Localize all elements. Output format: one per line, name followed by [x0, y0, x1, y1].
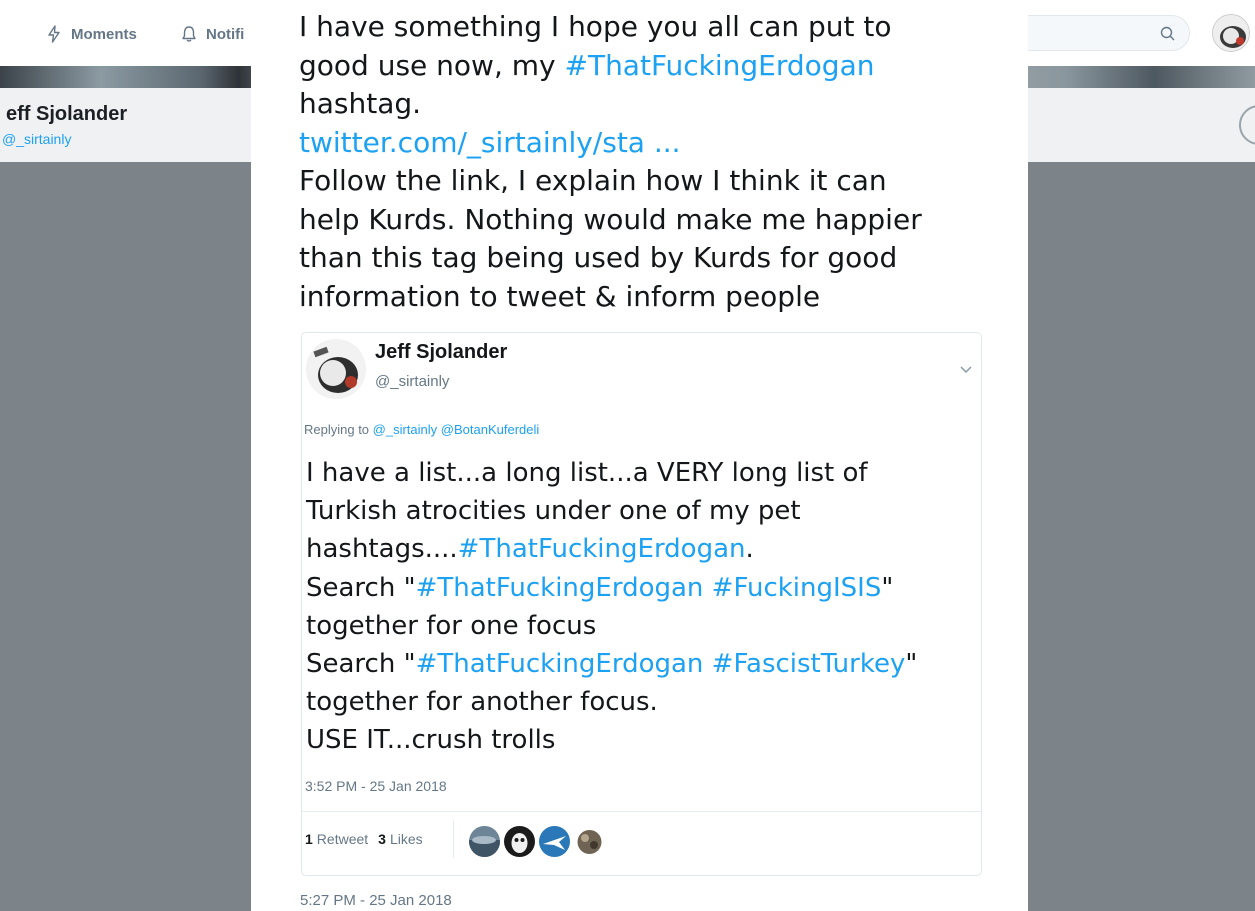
liker-avatars — [469, 826, 605, 857]
quote-line-text: hashtags.... — [306, 534, 458, 565]
quote-line-text: " — [881, 572, 894, 603]
quote-line: together for another focus. — [306, 687, 658, 718]
quote-line: I have a list...a long list...a VERY lon… — [306, 458, 868, 488]
avatar-image — [1213, 15, 1249, 51]
quoted-tweet-timestamp[interactable]: 3:52 PM - 25 Jan 2018 — [305, 778, 447, 794]
profile-handle[interactable]: @_sirtainly — [2, 131, 71, 147]
like-label[interactable]: Likes — [390, 831, 423, 847]
replying-to: Replying to @_sirtainly @BotanKuferdeli — [304, 422, 539, 437]
nav-notifications[interactable]: Notifi — [180, 22, 244, 46]
quote-line: Turkish atrocities under one of my pet — [306, 496, 801, 527]
tweet-line: information to tweet & inform people — [299, 279, 821, 313]
tweet-line: help Kurds. Nothing would make me happie… — [299, 202, 922, 236]
hashtag-link[interactable]: #ThatFuckingErdogan #FascistTurkey — [416, 649, 906, 679]
tweet-stats: 1 Retweet 3 Likes — [305, 831, 423, 847]
tweet-timestamp[interactable]: 5:27 PM - 25 Jan 2018 — [300, 892, 452, 909]
profile-name: eff Sjolander — [6, 103, 128, 125]
avatar-image — [539, 826, 570, 857]
nav-notifications-label: Notifi — [206, 25, 245, 43]
nav-moments[interactable]: Moments — [45, 22, 137, 46]
liker-avatar[interactable] — [539, 826, 570, 857]
quote-line-text: Search " — [306, 649, 416, 680]
tweet-line: I have something I hope you all can put … — [299, 10, 892, 43]
reply-mention-link[interactable]: @_sirtainly — [373, 422, 438, 437]
quote-line-text: . — [745, 534, 754, 565]
tweet-line: good use now, my #ThatFuckingErdogan — [299, 47, 999, 86]
retweet-label[interactable]: Retweet — [317, 831, 368, 847]
quote-line-text: " — [905, 649, 918, 680]
avatar-image — [469, 826, 500, 857]
lightning-icon — [48, 25, 60, 43]
quote-line: USE IT...crush trolls — [306, 725, 556, 756]
bell-icon — [182, 26, 196, 42]
quote-line: hashtags....#ThatFuckingErdogan. — [306, 530, 976, 568]
tweet-url-link[interactable]: twitter.com/_sirtainly/sta ... — [299, 124, 999, 163]
quote-line: Search "#ThatFuckingErdogan #FuckingISIS… — [306, 569, 976, 607]
quote-line-text: Search " — [306, 572, 416, 603]
chevron-down-icon[interactable] — [958, 361, 974, 377]
liker-avatar[interactable] — [504, 826, 535, 857]
tweet-line: Follow the link, I explain how I think i… — [299, 164, 887, 197]
hashtag-link[interactable]: #ThatFuckingErdogan — [458, 534, 746, 564]
tweet-line: than this tag being used by Kurds for go… — [299, 241, 898, 274]
quoted-tweet-text: I have a list...a long list...a VERY lon… — [306, 454, 976, 760]
tweet-text: I have something I hope you all can put … — [299, 8, 999, 316]
search-input[interactable]: r — [1000, 15, 1190, 51]
quoted-tweet-card[interactable]: Jeff Sjolander @_sirtainly Replying to @… — [301, 332, 982, 876]
quoted-author-handle[interactable]: @_sirtainly — [375, 373, 449, 390]
replying-prefix: Replying to — [304, 422, 373, 437]
nav-moments-label: Moments — [71, 25, 137, 43]
hashtag-link[interactable]: #ThatFuckingErdogan — [565, 49, 875, 82]
avatar-image — [504, 826, 535, 857]
liker-avatar[interactable] — [574, 826, 605, 857]
tweet-line-text: good use now, my — [299, 48, 565, 82]
search-icon — [1160, 26, 1175, 41]
tweet-modal: I have something I hope you all can put … — [251, 0, 1028, 911]
reply-mention-link[interactable]: @BotanKuferdeli — [441, 422, 539, 437]
account-avatar[interactable] — [1212, 14, 1250, 52]
liker-avatar[interactable] — [469, 826, 500, 857]
hashtag-link[interactable]: #ThatFuckingErdogan #FuckingISIS — [416, 573, 882, 603]
quote-line: Search "#ThatFuckingErdogan #FascistTurk… — [306, 645, 976, 683]
quoted-author-avatar[interactable] — [306, 339, 366, 399]
avatar-image — [306, 339, 366, 399]
tweet-line: hashtag. — [299, 87, 422, 120]
retweet-count: 1 — [305, 831, 313, 847]
quote-line: together for one focus — [306, 610, 597, 641]
quoted-author-name[interactable]: Jeff Sjolander — [375, 341, 507, 364]
avatar-image — [574, 826, 605, 857]
like-count: 3 — [378, 831, 386, 847]
divider — [453, 820, 454, 858]
divider — [302, 811, 981, 812]
